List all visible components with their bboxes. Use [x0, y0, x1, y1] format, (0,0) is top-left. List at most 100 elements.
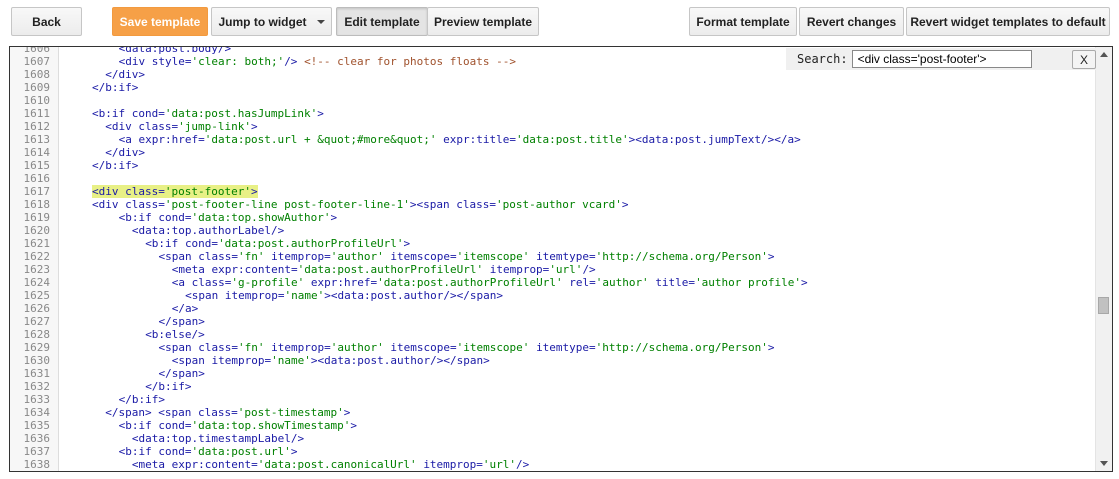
code-token: <span — [171, 354, 212, 367]
code-token: /> — [284, 55, 305, 68]
code-text: <data:top.authorLabel/> — [132, 224, 284, 237]
code-token: > — [801, 276, 808, 289]
code-line: 1617 <div class='post-footer'> — [10, 185, 1096, 198]
code-token: itemtype= — [536, 341, 596, 354]
code-token: class= — [198, 341, 238, 354]
revert-widget-templates-button[interactable]: Revert widget templates to default — [906, 7, 1110, 36]
code-token: 'author' — [595, 276, 649, 289]
code-token: </a> — [171, 302, 199, 315]
line-number: 1638 — [23, 458, 51, 471]
code-text: </div> — [105, 146, 145, 159]
code-token: 'data:post.canonicalUrl' — [257, 458, 417, 471]
line-number: 1632 — [23, 380, 51, 393]
search-label: Search: — [797, 52, 848, 66]
code-token: <meta — [131, 458, 172, 471]
code-line: 1622 <span class='fn' itemprop='author' i… — [10, 250, 1096, 263]
code-line: 1629 <span class='fn' itemprop='author' i… — [10, 341, 1096, 354]
code-line: 1628 <b:else/> — [10, 328, 1096, 341]
code-token: class= — [456, 198, 497, 211]
code-line: 1626 </a> — [10, 302, 1096, 315]
preview-template-button[interactable]: Preview template — [427, 7, 539, 36]
code-line: 1638 <meta expr:content='data:post.canoni… — [10, 458, 1096, 471]
code-text: <b:else/> — [145, 328, 205, 341]
code-line: 1636 <data:top.timestampLabel/> — [10, 432, 1096, 445]
code-text: <div class='jump-link'> — [105, 120, 257, 133]
code-token: <data:post.body/> — [118, 46, 232, 55]
code-line: 1614 </div> — [10, 146, 1096, 159]
code-token: </b:if> — [92, 159, 139, 172]
code-token: 'name' — [284, 289, 325, 302]
back-button[interactable]: Back — [11, 7, 82, 36]
code-token: itemprop= — [423, 458, 483, 471]
code-token: itemprop= — [211, 354, 272, 367]
code-token: 'post-author vcard' — [496, 198, 622, 211]
line-number: 1631 — [23, 367, 51, 380]
code-token: class= — [198, 406, 238, 419]
highlighted-code-text: <div class='post-footer'> — [92, 185, 258, 198]
code-token: </b:if> — [145, 380, 192, 393]
code-token: <!-- clear for photos floats --> — [304, 55, 516, 68]
code-editor[interactable]: 1606 <data:post.body/> 1607 <div style='cle… — [9, 46, 1113, 472]
code-token: style= — [151, 55, 192, 68]
save-template-button[interactable]: Save template — [112, 7, 208, 36]
line-number: 1626 — [23, 302, 51, 315]
code-line: 1634 </span> <span class='post-timestamp'… — [10, 406, 1096, 419]
code-token: > — [767, 250, 775, 263]
code-token: 'data:post.url + &quot;#more&quot;' — [204, 133, 437, 146]
code-token: /> — [516, 458, 530, 471]
code-token: itemtype= — [536, 250, 596, 263]
line-number: 1609 — [23, 81, 51, 94]
code-token: /> — [582, 263, 596, 276]
code-token: cond= — [158, 445, 192, 458]
code-token: <span — [185, 289, 225, 302]
code-token: cond= — [158, 211, 192, 224]
code-token: expr:href= — [138, 133, 205, 146]
code-token: <b:if — [118, 419, 159, 432]
code-token: 'post-timestamp' — [237, 406, 344, 419]
search-input[interactable] — [851, 50, 1032, 68]
line-number: 1634 — [23, 406, 51, 419]
code-token: title= — [655, 276, 696, 289]
code-token: 'itemscope' — [456, 341, 530, 354]
code-token: 'jump-link' — [178, 120, 252, 133]
code-token: class= — [125, 185, 165, 198]
code-token: 'author' — [330, 341, 384, 354]
scroll-down-icon[interactable] — [1100, 461, 1108, 466]
jump-to-widget-dropdown[interactable]: Jump to widget — [211, 7, 332, 36]
code-line: 1632 </b:if> — [10, 380, 1096, 393]
scrollbar-thumb[interactable] — [1098, 297, 1109, 314]
code-line: 1610 — [10, 94, 1096, 107]
code-token: ><data:post.jumpText/></a> — [628, 133, 801, 146]
scroll-up-icon[interactable] — [1100, 52, 1108, 57]
line-number: 1608 — [23, 68, 51, 81]
code-token: 'data:top.showAuthor' — [191, 211, 331, 224]
line-number: 1616 — [23, 172, 51, 185]
edit-template-button[interactable]: Edit template — [336, 7, 428, 36]
code-text: <b:if cond='data:top.showAuthor'> — [119, 211, 338, 224]
code-line: 1613 <a expr:href='data:post.url + &quot;… — [10, 133, 1096, 146]
format-template-button[interactable]: Format template — [689, 7, 797, 36]
code-token: 'fn' — [238, 341, 265, 354]
code-line: 1627 </span> — [10, 315, 1096, 328]
line-number: 1607 — [23, 55, 51, 68]
code-token: class= — [125, 198, 165, 211]
code-token: 'data:top.showTimestamp' — [191, 419, 351, 432]
code-text: <b:if cond='data:top.showTimestamp'> — [119, 419, 357, 432]
code-token: 'data:post.authorProfileUrl' — [377, 276, 563, 289]
code-token: class= — [138, 120, 179, 133]
code-token: <a — [171, 276, 192, 289]
code-token: </div> — [105, 146, 146, 159]
close-search-button[interactable]: X — [1072, 50, 1096, 69]
line-number: 1606 — [23, 46, 51, 55]
line-number: 1610 — [23, 94, 51, 107]
revert-changes-button[interactable]: Revert changes — [799, 7, 904, 36]
code-token: <span — [158, 250, 199, 263]
vertical-scrollbar[interactable] — [1095, 47, 1112, 471]
code-token: > — [251, 120, 258, 133]
code-token: > — [290, 445, 298, 458]
code-token: <b:if — [92, 107, 132, 120]
code-token: > — [350, 419, 358, 432]
code-token: > — [343, 406, 351, 419]
code-token: <data:top.timestampLabel/> — [131, 432, 305, 445]
